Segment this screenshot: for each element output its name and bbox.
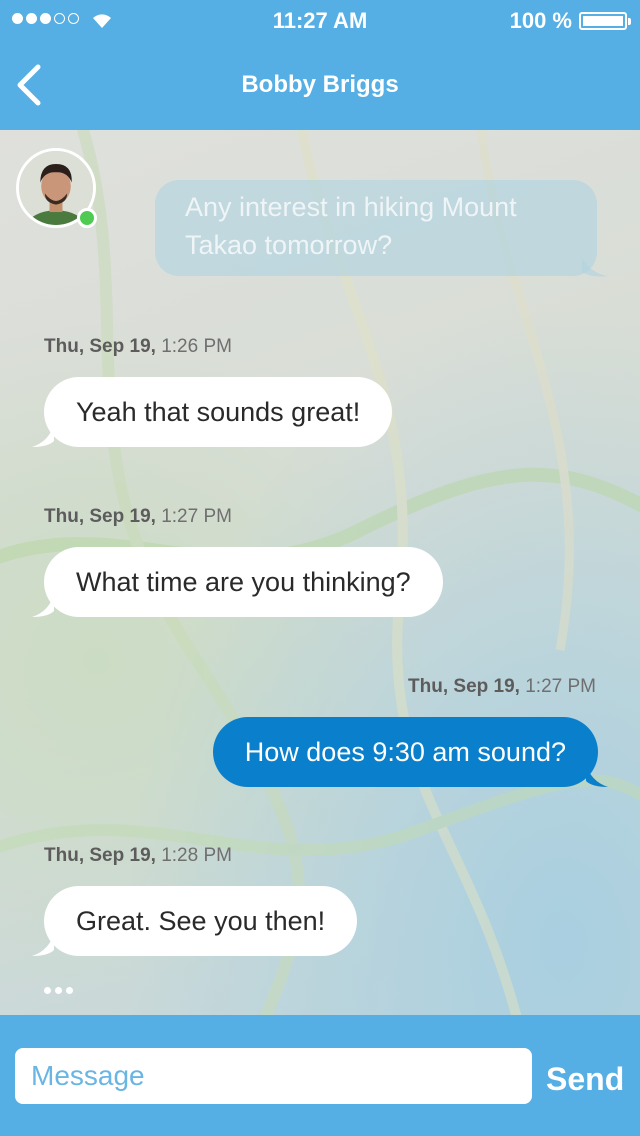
message-timestamp: Thu, Sep 19, 1:28 PM bbox=[44, 845, 232, 866]
message-timestamp: Thu, Sep 19, 1:26 PM bbox=[44, 336, 232, 357]
incoming-message-bubble[interactable]: Yeah that sounds great! bbox=[44, 377, 393, 447]
chat-area[interactable]: Any interest in hiking Mount Takao tomor… bbox=[0, 130, 640, 1015]
send-button[interactable]: Send bbox=[546, 1061, 624, 1098]
faded-bubble-tail bbox=[582, 258, 608, 277]
message-composer: Send bbox=[0, 1015, 640, 1136]
faded-message-bubble: Any interest in hiking Mount Takao tomor… bbox=[155, 180, 597, 276]
incoming-message-bubble[interactable]: What time are you thinking? bbox=[44, 547, 443, 617]
status-bar: 11:27 AM 100 % bbox=[0, 0, 640, 40]
message-input[interactable] bbox=[15, 1048, 532, 1104]
typing-indicator bbox=[44, 987, 73, 994]
conversation-title: Bobby Briggs bbox=[241, 71, 399, 98]
online-status-indicator bbox=[77, 208, 97, 228]
battery-percentage: 100 % bbox=[509, 8, 572, 33]
incoming-message-bubble[interactable]: Great. See you then! bbox=[44, 886, 358, 956]
message-timestamp: Thu, Sep 19, 1:27 PM bbox=[408, 676, 596, 697]
message-timestamp: Thu, Sep 19, 1:27 PM bbox=[44, 506, 232, 527]
top-bar: 11:27 AM 100 % Bobby Briggs bbox=[0, 0, 640, 130]
battery-icon bbox=[579, 12, 631, 30]
outgoing-message-bubble[interactable]: How does 9:30 am sound? bbox=[212, 717, 598, 787]
